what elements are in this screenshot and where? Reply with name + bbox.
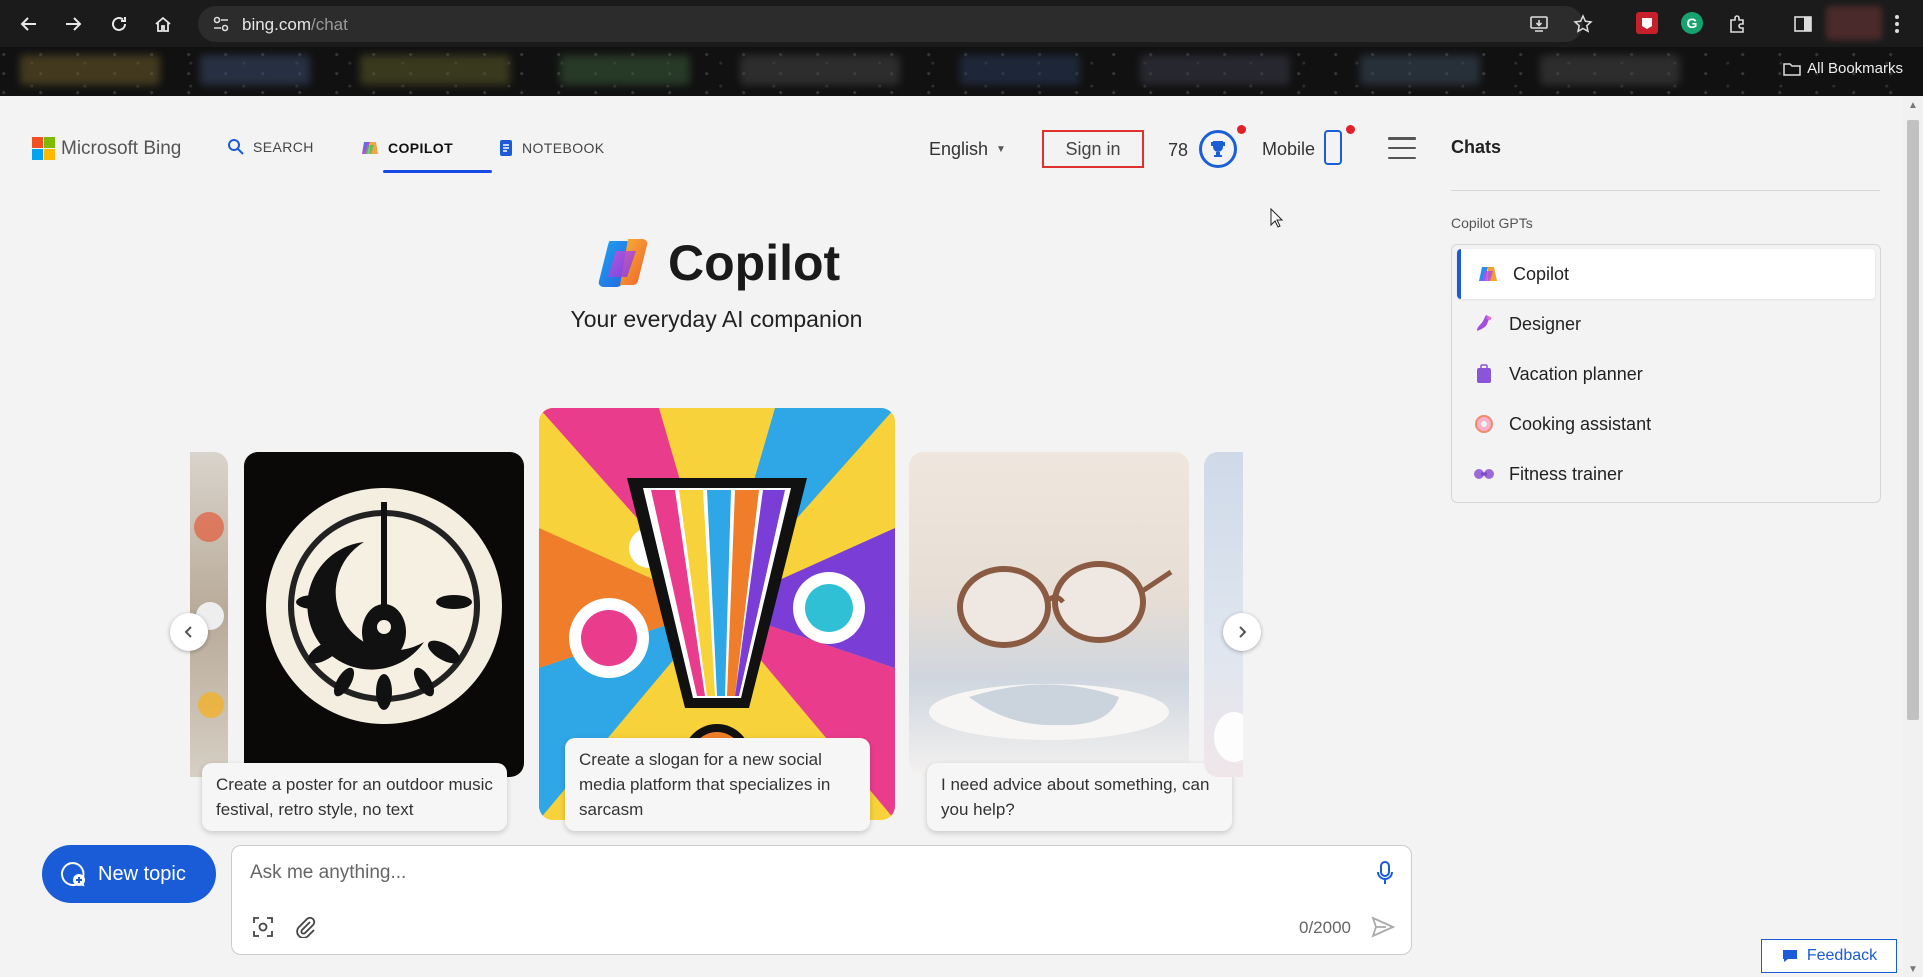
- rewards-notification-dot: [1237, 125, 1246, 134]
- new-chat-icon: [61, 861, 85, 887]
- rewards-points[interactable]: 78: [1168, 140, 1188, 161]
- microphone-icon[interactable]: [1375, 860, 1395, 891]
- extensions-icon[interactable]: [1726, 13, 1748, 35]
- carousel-caption-advice[interactable]: I need advice about something, can you h…: [927, 763, 1232, 831]
- sidebar-divider: [1451, 190, 1880, 191]
- tab-copilot[interactable]: COPILOT: [360, 138, 453, 158]
- tab-notebook[interactable]: NOTEBOOK: [498, 138, 605, 158]
- scroll-up-icon[interactable]: ▲: [1908, 100, 1918, 111]
- notebook-icon: [500, 140, 512, 156]
- more-menu-icon[interactable]: [1886, 13, 1908, 35]
- festival-poster-image: [266, 488, 502, 724]
- active-tab-indicator: [383, 170, 492, 173]
- mobile-label[interactable]: Mobile: [1262, 139, 1315, 160]
- send-icon[interactable]: [1371, 916, 1396, 943]
- copilot-gpts-list: Copilot Designer Vacation planner Cookin…: [1451, 244, 1881, 503]
- carousel-card-festival[interactable]: [244, 452, 524, 777]
- carousel-caption-festival[interactable]: Create a poster for an outdoor music fes…: [202, 763, 507, 831]
- carousel-caption-slogan[interactable]: Create a slogan for a new social media p…: [565, 738, 870, 831]
- carousel-prev-button[interactable]: [170, 613, 208, 651]
- copilot-logo-icon: [598, 239, 648, 287]
- caret-down-icon: ▼: [996, 144, 1006, 155]
- carousel-card-advice[interactable]: [909, 452, 1189, 777]
- microsoft-logo-icon: [32, 137, 55, 160]
- gpt-item-designer[interactable]: Designer: [1457, 299, 1875, 349]
- bing-logo[interactable]: Microsoft Bing: [32, 137, 181, 160]
- reload-icon[interactable]: [106, 11, 132, 37]
- extension-save-icon[interactable]: [1636, 12, 1658, 34]
- dumbbell-icon: [1474, 469, 1494, 479]
- folder-icon: [1783, 62, 1801, 76]
- ask-input[interactable]: [250, 862, 1250, 884]
- chat-composer: 0/2000: [231, 845, 1412, 955]
- grammarly-icon[interactable]: G: [1681, 12, 1703, 34]
- copilot-icon: [362, 142, 378, 154]
- new-topic-button[interactable]: New topic: [42, 845, 216, 903]
- page-scrollbar[interactable]: ▲ ▼: [1903, 96, 1923, 977]
- tab-search[interactable]: SEARCH: [227, 138, 314, 156]
- designer-icon: [1477, 315, 1492, 331]
- carousel-next-button[interactable]: [1223, 613, 1261, 651]
- hero-subtitle: Your everyday AI companion: [570, 306, 863, 332]
- bookmark-star-icon[interactable]: [1572, 13, 1594, 35]
- floating-glasses-image: [929, 561, 1173, 740]
- home-icon[interactable]: [150, 11, 176, 37]
- character-count: 0/2000: [1299, 918, 1351, 937]
- gpt-item-vacation-planner[interactable]: Vacation planner: [1457, 349, 1875, 399]
- site-info-icon[interactable]: [210, 13, 232, 35]
- language-selector[interactable]: English ▼: [929, 139, 1006, 160]
- url-text: bing.com/chat: [242, 15, 348, 34]
- visual-search-icon[interactable]: [252, 916, 274, 943]
- install-app-icon[interactable]: [1528, 13, 1550, 35]
- feedback-button[interactable]: Feedback: [1761, 939, 1897, 973]
- profile-avatar[interactable]: [1826, 6, 1882, 40]
- mouse-cursor: [1270, 207, 1284, 233]
- side-panel-icon[interactable]: [1792, 13, 1814, 35]
- copilot-gpts-label: Copilot GPTs: [1451, 215, 1533, 231]
- suitcase-icon: [1477, 364, 1491, 383]
- attach-paperclip-icon[interactable]: [294, 916, 316, 943]
- mobile-notification-dot: [1346, 125, 1355, 134]
- address-bar[interactable]: bing.com/chat: [198, 6, 1593, 42]
- chats-title: Chats: [1451, 137, 1502, 157]
- scroll-thumb[interactable]: [1907, 120, 1919, 720]
- chevron-left-icon: [184, 626, 192, 638]
- phone-icon[interactable]: [1324, 130, 1342, 165]
- chevron-right-icon: [1239, 626, 1247, 638]
- donut-icon: [1475, 415, 1493, 433]
- gpt-item-cooking-assistant[interactable]: Cooking assistant: [1457, 399, 1875, 449]
- scroll-down-icon[interactable]: ▼: [1908, 964, 1918, 975]
- gpt-item-copilot[interactable]: Copilot: [1457, 249, 1875, 299]
- browser-toolbar: bing.com/chat G: [0, 0, 1923, 47]
- sign-in-button[interactable]: Sign in: [1042, 130, 1144, 168]
- forward-icon[interactable]: [60, 11, 86, 37]
- all-bookmarks-button[interactable]: All Bookmarks: [1783, 60, 1903, 77]
- feedback-icon: [1782, 950, 1797, 962]
- gpt-item-fitness-trainer[interactable]: Fitness trainer: [1457, 449, 1875, 499]
- hamburger-menu-icon[interactable]: [1388, 137, 1416, 159]
- copilot-icon: [1479, 267, 1497, 281]
- back-icon[interactable]: [16, 11, 42, 37]
- rewards-trophy-icon[interactable]: [1199, 130, 1237, 168]
- search-icon: [228, 139, 244, 155]
- hero-title: Copilot: [598, 234, 840, 292]
